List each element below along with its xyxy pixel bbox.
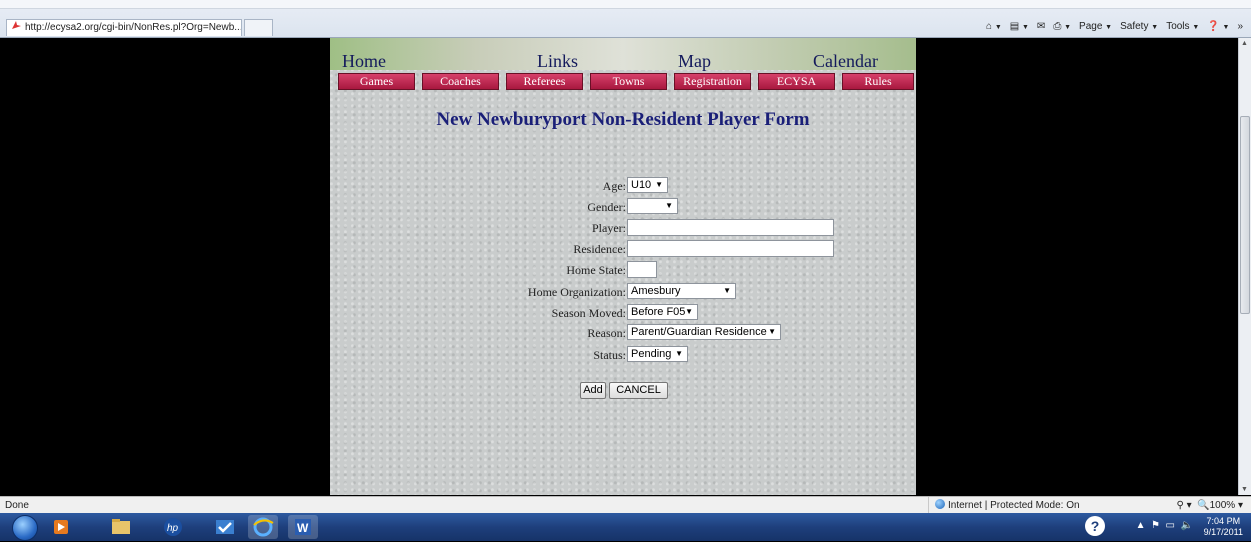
form-row-gender: Gender: ▼ [330,198,916,216]
form-row-home-org: Home Organization: Amesbury ▼ [330,283,916,301]
new-tab-button[interactable] [244,19,273,36]
clock-time: 7:04 PM [1206,516,1241,526]
nav-link-calendar[interactable]: Calendar [813,51,878,71]
season-moved-label: Season Moved: [551,306,626,320]
sub-nav-rules[interactable]: Rules [842,73,914,90]
main-nav: Home Links Map Calendar [330,51,916,71]
residence-input[interactable] [627,240,834,257]
chevron-down-icon: ▼ [655,180,663,189]
svg-text:W: W [297,521,309,535]
hp-icon[interactable]: hp [158,515,188,539]
chevron-down-icon: ▼ [685,307,693,316]
mail-icon[interactable]: ✉ [1037,19,1045,35]
age-label: Age: [602,179,626,193]
internet-explorer-icon[interactable] [248,515,278,539]
page-content: Home Links Map Calendar Games Coaches Re… [330,38,916,495]
clock-date: 9/17/2011 [1203,527,1243,537]
age-select[interactable]: U10 ▼ [627,177,668,193]
gender-select[interactable]: ▼ [627,198,678,214]
browser-toolbar: http://ecysa2.org/cgi-bin/NonRes.pl?Org=… [0,0,1251,38]
chevron-down-icon: ▼ [675,349,683,358]
zoom-control[interactable]: ⚲ ▾ 🔍100% ▾ [1176,497,1243,514]
vertical-scrollbar[interactable]: ▲ ▼ [1238,38,1251,495]
sub-nav-ecysa[interactable]: ECYSA [758,73,835,90]
feeds-icon[interactable]: ▤ ▼ [1010,19,1029,36]
tab-url-text: http://ecysa2.org/cgi-bin/NonRes.pl?Org=… [25,22,242,33]
home-state-label: Home State: [566,263,626,277]
form-row-age: Age: U10 ▼ [330,177,916,195]
chevron-down-icon: ▼ [723,286,731,295]
chevron-down-icon: ▼ [768,327,776,336]
system-tray[interactable]: ▲ ⚑ ▭ 🔈 [1136,520,1193,531]
home-org-select[interactable]: Amesbury ▼ [627,283,736,299]
form-row-home-state: Home State: [330,261,916,279]
security-zone[interactable]: Internet | Protected Mode: On [928,497,1095,514]
svg-text:hp: hp [167,523,179,534]
form-row-reason: Reason: Parent/Guardian Residence ▼ [330,324,916,342]
status-text: Done [5,500,29,511]
sub-nav: Games Coaches Referees Towns Registratio… [338,73,914,91]
sub-nav-coaches[interactable]: Coaches [422,73,499,90]
help-tray-icon[interactable]: ? [1085,516,1105,536]
sub-nav-games[interactable]: Games [338,73,415,90]
nav-link-links[interactable]: Links [537,51,578,71]
globe-icon [935,499,945,509]
home-org-label: Home Organization: [527,285,626,299]
file-explorer-icon[interactable] [106,515,136,539]
form-row-player: Player: [330,219,916,237]
residence-label: Residence: [573,242,626,256]
site-favicon-icon [12,21,21,29]
chevron-down-icon: ▼ [665,201,673,210]
page-menu[interactable]: Page ▼ [1079,19,1112,36]
status-select[interactable]: Pending ▼ [627,346,688,362]
media-player-icon[interactable] [46,515,76,539]
season-moved-select[interactable]: Before F05 ▼ [627,304,698,320]
command-bar: ⌂ ▼ ▤ ▼ ✉ ⎙ ▼ Page ▼ Safety ▼ Tools ▼ ❓ … [986,19,1243,35]
gender-label: Gender: [587,200,626,214]
print-icon[interactable]: ⎙ ▼ [1053,19,1071,36]
help-icon[interactable]: ❓ ▼ [1207,19,1229,36]
reason-select[interactable]: Parent/Guardian Residence ▼ [627,324,781,340]
start-button-icon[interactable] [12,515,38,541]
home-icon[interactable]: ⌂ ▼ [986,19,1002,36]
word-icon[interactable]: W [288,515,318,539]
more-chevron-icon[interactable]: » [1237,19,1243,35]
windows-taskbar: hp W ? ▲ ⚑ ▭ 🔈 7:04 PM 9/17/2011 [0,513,1251,541]
scroll-down-icon[interactable]: ▼ [1241,486,1248,493]
page-title: New Newburyport Non-Resident Player Form [436,109,810,130]
reason-label: Reason: [587,326,626,340]
form-row-status: Status: Pending ▼ [330,346,916,364]
nav-link-home[interactable]: Home [342,51,386,71]
player-input[interactable] [627,219,834,236]
nav-link-map[interactable]: Map [678,51,711,71]
scrollbar-thumb[interactable] [1240,116,1250,314]
player-label: Player: [592,221,626,235]
toolbar-strip [0,0,1251,9]
page-viewport: Home Links Map Calendar Games Coaches Re… [8,38,1238,495]
checkmark-app-icon[interactable] [210,515,240,539]
home-state-input[interactable] [627,261,657,278]
clock[interactable]: 7:04 PM 9/17/2011 [1204,516,1243,538]
add-button[interactable]: Add [580,382,606,399]
safety-menu[interactable]: Safety ▼ [1120,19,1158,36]
sub-nav-towns[interactable]: Towns [590,73,667,90]
form-row-residence: Residence: [330,240,916,258]
form-row-season-moved: Season Moved: Before F05 ▼ [330,304,916,322]
sub-nav-referees[interactable]: Referees [506,73,583,90]
sub-nav-registration[interactable]: Registration [674,73,751,90]
cancel-button[interactable]: CANCEL [609,382,668,399]
tools-menu[interactable]: Tools ▼ [1166,19,1199,36]
browser-tab[interactable]: http://ecysa2.org/cgi-bin/NonRes.pl?Org=… [6,19,242,36]
status-label: Status: [593,348,626,362]
scroll-up-icon[interactable]: ▲ [1241,40,1248,47]
status-bar: Done Internet | Protected Mode: On ⚲ ▾ 🔍… [0,496,1251,514]
